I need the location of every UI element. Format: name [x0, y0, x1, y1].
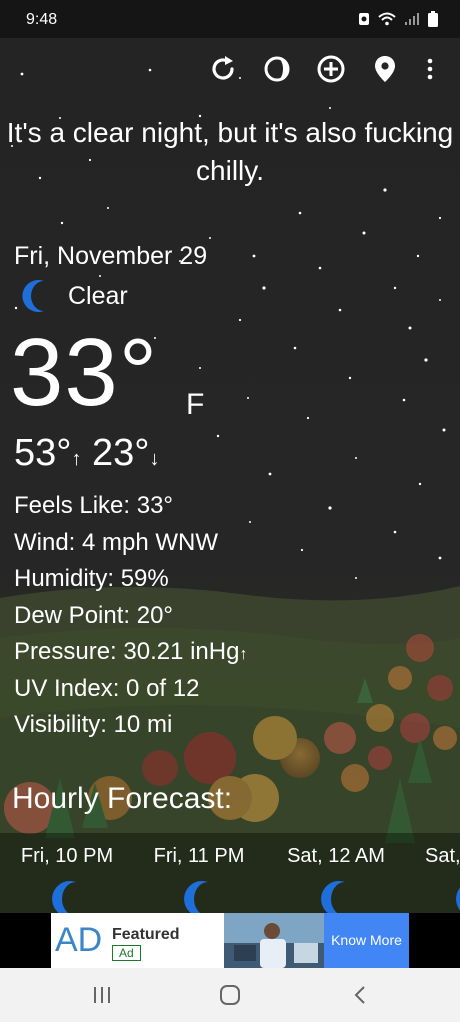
weather-headline: It's a clear night, but it's also fuckin… — [6, 117, 454, 186]
refresh-icon — [212, 56, 234, 80]
dew-point: Dew Point: 20° — [14, 601, 174, 629]
recents-button[interactable] — [82, 983, 122, 1007]
status-time: 9:48 — [26, 11, 58, 28]
recents-icon — [94, 987, 110, 1003]
ad-banner[interactable]: AD Featured Ad Know More — [51, 913, 409, 968]
add-location-icon — [317, 55, 345, 83]
home-icon — [220, 985, 240, 1005]
weather-details: Feels Like: 33° Wind: 4 mph WNW Humidity… — [14, 488, 247, 744]
signal-icon — [405, 13, 419, 25]
battery-icon — [428, 11, 438, 27]
ad-tag: Ad — [112, 945, 141, 961]
low-arrow-icon: ↓ — [149, 448, 160, 470]
pressure-trend-icon: ↑ — [239, 646, 248, 663]
hourly-item[interactable]: Fri, 11 PM — [134, 845, 264, 913]
moon-phase-icon — [264, 56, 290, 82]
clear-night-moon-icon — [456, 887, 460, 911]
current-date: Fri, November 29 — [14, 242, 208, 270]
hourly-time: Sat, — [425, 845, 460, 867]
ad-banner-bar: AD Featured Ad Know More — [0, 913, 460, 968]
current-condition: Clear — [20, 278, 128, 314]
hourly-forecast-title: Hourly Forecast: — [12, 782, 233, 815]
add-location-button[interactable] — [304, 52, 358, 86]
notification-icon — [359, 13, 369, 25]
hourly-forecast-list[interactable]: Fri, 10 PM Fri, 11 PM Sat, 12 AM Sat, — [0, 833, 460, 913]
hourly-time: Fri, 10 PM — [20, 845, 114, 867]
clear-night-moon-icon — [22, 280, 44, 312]
screen: 9:48 It's a clear night, but it's also f… — [0, 0, 460, 1022]
current-temperature: 33° — [10, 319, 159, 426]
moon-phase-button[interactable] — [250, 52, 304, 86]
feels-like: Feels Like: 33° — [14, 492, 174, 519]
back-icon — [354, 986, 365, 1004]
ad-image[interactable] — [224, 913, 324, 968]
hourly-time: Fri, 11 PM — [153, 845, 245, 867]
clear-night-moon-icon — [52, 881, 76, 913]
ad-featured-label: Featured — [112, 926, 180, 943]
condition-label: Clear — [68, 281, 128, 310]
clear-night-moon-icon — [321, 881, 345, 913]
more-options-button[interactable] — [412, 52, 448, 86]
wind: Wind: 4 mph WNW — [14, 528, 219, 556]
humidity: Humidity: 59% — [14, 565, 169, 592]
status-bar: 9:48 — [0, 0, 460, 38]
hourly-item[interactable]: Fri, 10 PM — [2, 845, 132, 913]
hourly-item[interactable]: Sat, — [412, 845, 460, 911]
location-pin-icon — [375, 56, 395, 82]
ad-logo: AD — [55, 921, 103, 959]
more-vert-icon — [427, 58, 433, 80]
high-temperature: 53° — [14, 432, 72, 474]
high-low-temperature: 53°↑ 23°↓ — [14, 432, 160, 475]
toolbar — [196, 52, 448, 86]
ad-photo-illustration — [224, 913, 324, 968]
status-icons — [358, 11, 438, 27]
home-button[interactable] — [210, 983, 250, 1007]
wifi-icon — [378, 12, 396, 26]
uv-index: UV Index: 0 of 12 — [14, 674, 200, 702]
location-button[interactable] — [358, 52, 412, 86]
pressure: Pressure: 30.21 inHg — [14, 638, 240, 665]
low-temperature: 23° — [92, 432, 150, 474]
refresh-button[interactable] — [196, 52, 250, 86]
temperature-unit: F — [186, 388, 205, 421]
ad-cta-button[interactable]: Know More — [324, 913, 409, 968]
system-navigation-bar — [0, 968, 460, 1022]
visibility: Visibility: 10 mi — [14, 711, 173, 738]
hourly-time: Sat, 12 AM — [287, 845, 385, 867]
hourly-item[interactable]: Sat, 12 AM — [271, 845, 401, 913]
pressure-row: Pressure: 30.21 inHg↑ — [14, 634, 247, 671]
back-button[interactable] — [340, 983, 380, 1007]
high-arrow-icon: ↑ — [71, 448, 82, 470]
clear-night-moon-icon — [184, 881, 208, 913]
